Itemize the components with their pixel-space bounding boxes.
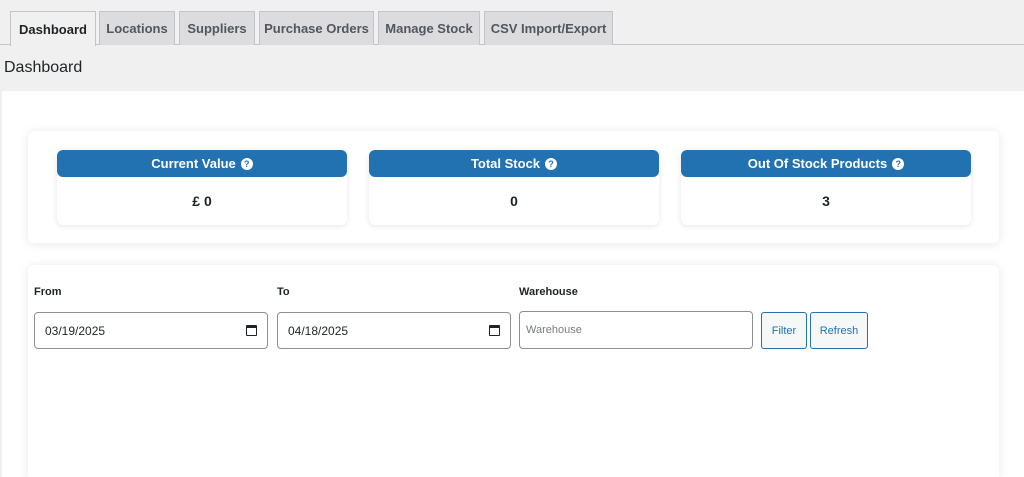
tab-purchase-orders[interactable]: Purchase Orders bbox=[259, 11, 374, 45]
calendar-icon[interactable] bbox=[489, 325, 500, 336]
tab-manage-stock[interactable]: Manage Stock bbox=[378, 11, 480, 45]
warehouse-label: Warehouse bbox=[519, 286, 578, 298]
from-label: From bbox=[34, 286, 62, 298]
current-value-stat: Current Value ? £ 0 bbox=[57, 150, 347, 225]
stat-value: £ 0 bbox=[192, 193, 212, 209]
tab-suppliers[interactable]: Suppliers bbox=[179, 11, 255, 45]
stat-header: Total Stock ? bbox=[369, 150, 659, 177]
from-date-field[interactable]: 03/19/2025 bbox=[34, 312, 268, 349]
tab-csv-import-export[interactable]: CSV Import/Export bbox=[484, 11, 613, 45]
stat-title: Current Value bbox=[151, 156, 236, 171]
from-date-value: 03/19/2025 bbox=[45, 323, 106, 338]
stat-title: Total Stock bbox=[470, 156, 541, 171]
total-stock-stat: Total Stock ? 0 bbox=[369, 150, 659, 225]
page-title: Dashboard bbox=[4, 59, 83, 76]
tab-locations[interactable]: Locations bbox=[99, 11, 175, 45]
stat-header: Out Of Stock Products ? bbox=[681, 150, 971, 177]
stat-value: 3 bbox=[822, 193, 830, 209]
stat-value: 0 bbox=[510, 193, 518, 209]
question-circle-icon[interactable]: ? bbox=[240, 157, 253, 170]
refresh-button[interactable]: Refresh bbox=[810, 312, 868, 349]
stat-header: Current Value ? bbox=[57, 150, 347, 177]
tab-dashboard[interactable]: Dashboard bbox=[10, 11, 96, 46]
question-circle-icon[interactable]: ? bbox=[545, 157, 558, 170]
warehouse-input[interactable] bbox=[519, 311, 753, 349]
to-date-field[interactable]: 04/18/2025 bbox=[277, 312, 511, 349]
filter-card bbox=[28, 265, 999, 477]
to-label: To bbox=[277, 286, 290, 298]
out-of-stock-stat: Out Of Stock Products ? 3 bbox=[681, 150, 971, 225]
filter-button[interactable]: Filter bbox=[761, 312, 807, 349]
nav-tab-bar: Dashboard Locations Suppliers Purchase O… bbox=[0, 0, 1024, 46]
to-date-value: 04/18/2025 bbox=[288, 323, 349, 338]
question-circle-icon[interactable]: ? bbox=[892, 157, 905, 170]
stat-title: Out Of Stock Products bbox=[747, 156, 888, 171]
calendar-icon[interactable] bbox=[246, 325, 257, 336]
